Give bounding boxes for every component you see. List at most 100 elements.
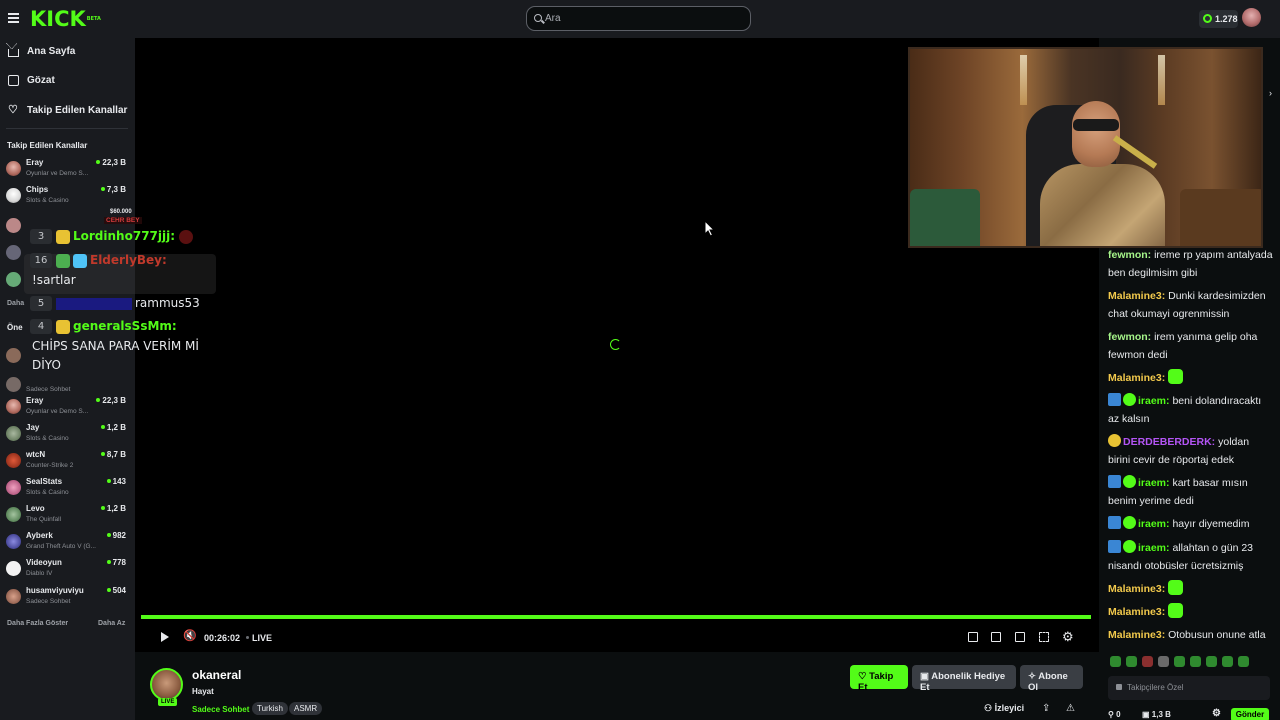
chat-message: Malamine3: [1108,603,1273,621]
channel-avatar[interactable] [6,245,21,260]
nav-home[interactable]: Ana Sayfa [6,43,75,60]
play-icon[interactable] [161,632,169,642]
home-icon [6,43,19,57]
emote-icon[interactable] [1206,656,1217,667]
chat-message: DERDEBERDERK: yoldan birini cevir de röp… [1108,434,1250,466]
live-badge: LIVE [158,698,178,706]
gift-icon: ▣ [920,671,932,682]
emote-icon [1168,580,1184,595]
channel-avatar [6,534,21,549]
streamer-avatar[interactable] [150,668,183,701]
coin-icon [1203,14,1212,23]
nav-browse[interactable]: Gözat [8,75,55,89]
settings-icon[interactable]: ⚙ [1062,629,1074,645]
clip-icon[interactable] [991,632,1001,642]
fullscreen-icon[interactable] [1039,632,1049,642]
progress-bar[interactable] [141,615,1091,619]
emote-icon[interactable] [1174,656,1185,667]
emote-icon[interactable] [1142,656,1153,667]
viewer-count: ⚇ İzleyici [984,703,1025,713]
channel-avatar[interactable] [6,218,21,233]
player-controls: 🔇 00:26:02 LIVE ⚙ [135,620,1099,652]
follow-button[interactable]: ♡ Takip Et [850,665,908,693]
chat-message: Malamine3: [1108,369,1273,387]
show-more-partial[interactable]: Daha [7,300,24,307]
chat-message: Malamine3: Otobusun onune atla [1108,629,1266,641]
subscribe-button[interactable]: ✧ Abone Ol [1020,665,1083,693]
verified-badge-icon [1123,516,1136,529]
send-button[interactable]: Gönder [1231,708,1269,720]
kick-logo[interactable]: KICKBETA [30,7,101,31]
channel-item-sealstats[interactable]: SealStats Slots & Casino 143 [6,477,126,499]
show-less-link[interactable]: Daha Az [98,620,125,627]
channel-avatar [6,480,21,495]
overlay-price: $60.000 [110,209,132,215]
gift-sub-button[interactable]: ▣ Abonelik Hediye Et [912,665,1016,693]
overlay-row: 5 rammus53 [30,296,200,311]
channel-item-wtcn[interactable]: wtcN Counter-Strike 2 8,7 B [6,450,126,472]
badge-icon [73,253,87,268]
search-input[interactable]: Ara [526,6,751,31]
nav-following[interactable]: ♡ Takip Edilen Kanallar [8,105,127,119]
left-sidebar: Ana Sayfa Gözat ♡ Takip Edilen Kanallar … [0,38,135,720]
emote-icon[interactable] [1110,656,1121,667]
channel-avatar[interactable] [6,348,21,363]
overlay-message: CHİPS SANA PARA VERİM Mİ DİYO [32,339,199,372]
collapse-chat-icon[interactable]: › [1269,88,1272,98]
stream-category[interactable]: Hayat [192,687,214,696]
channel-item-husamviyuviyu[interactable]: husamviyuviyu Sadece Sohbet 504 [6,586,126,608]
chat-points[interactable]: ⚲ 0 [1108,710,1121,719]
star-icon: ✧ [1028,671,1039,682]
sunglasses [1073,119,1119,131]
viewers-icon: ⚇ [984,703,995,713]
kick-points-badge[interactable]: 1.278 [1199,10,1238,28]
leather-sofa [1180,189,1261,246]
tag-turkish[interactable]: Turkish [252,702,288,715]
channel-avatar[interactable] [6,272,21,287]
channel-avatar [6,399,21,414]
user-avatar[interactable] [1242,8,1261,27]
emote-icon[interactable] [1190,656,1201,667]
gift-icon: ▣ [1142,710,1152,719]
emote-icon[interactable] [1158,656,1169,667]
emote-icon[interactable] [1126,656,1137,667]
verified-badge-icon [1123,475,1136,488]
chat-input[interactable]: Takipçilere Özel [1108,676,1270,700]
pip-icon[interactable] [968,632,978,642]
mute-icon[interactable]: 🔇 [183,631,197,642]
live-label: LIVE [246,633,272,643]
chat-message: iraem: hayır diyemedim [1108,515,1273,533]
channel-item-eray-2[interactable]: Eray Oyunlar ve Demo S... 22,3 B [6,396,126,418]
channel-item-ayberk[interactable]: Ayberk Grand Theft Auto V (G... 982 [6,531,126,553]
search-placeholder: Ara [545,13,561,24]
channel-avatar [6,426,21,441]
chat-settings-icon[interactable]: ⚙ [1212,708,1221,719]
followed-heading: Takip Edilen Kanallar [7,141,88,150]
show-more-link[interactable]: Daha Fazla Göster [7,620,68,627]
tag-asmr[interactable]: ASMR [289,702,323,715]
mod-badge-icon [1108,393,1121,406]
emote-icon[interactable] [1238,656,1249,667]
channel-item-chips[interactable]: Chips Slots & Casino 7,3 B [6,185,126,207]
channel-item-jay[interactable]: Jay Slots & Casino 1,2 B [6,423,126,445]
channel-item-eray[interactable]: Eray Oyunlar ve Demo S... 22,3 B [6,158,126,180]
chat-message: fewmon: irem yanıma gelip oha fewmon ded… [1108,331,1258,361]
chat-message: iraem: beni dolandıracaktı az kalsın [1108,393,1262,425]
menu-icon[interactable] [8,13,19,23]
channel-name[interactable]: okaneral [192,668,241,682]
emote-icon [1168,369,1184,384]
emote-bar [1110,656,1254,668]
channel-avatar [6,377,21,392]
chat-balance[interactable]: ▣ 1,3 B [1142,710,1171,719]
wall-light [1158,55,1165,105]
share-icon[interactable]: ⇪ [1042,703,1050,714]
channel-item-levo[interactable]: Levo The Quinfall 1,2 B [6,504,126,526]
emote-icon[interactable] [1222,656,1233,667]
theater-mode-icon[interactable] [1015,632,1025,642]
channel-item-videoyun[interactable]: Videoyun Diablo IV 778 [6,558,126,580]
streamer-body [1040,164,1165,246]
stream-subcategory[interactable]: Sadece Sohbet [192,705,249,714]
report-icon[interactable]: ⚠ [1066,703,1075,714]
chat-message: fewmon: ireme rp yapım antalyada ben deg… [1108,249,1273,279]
badge-icon [56,229,70,244]
